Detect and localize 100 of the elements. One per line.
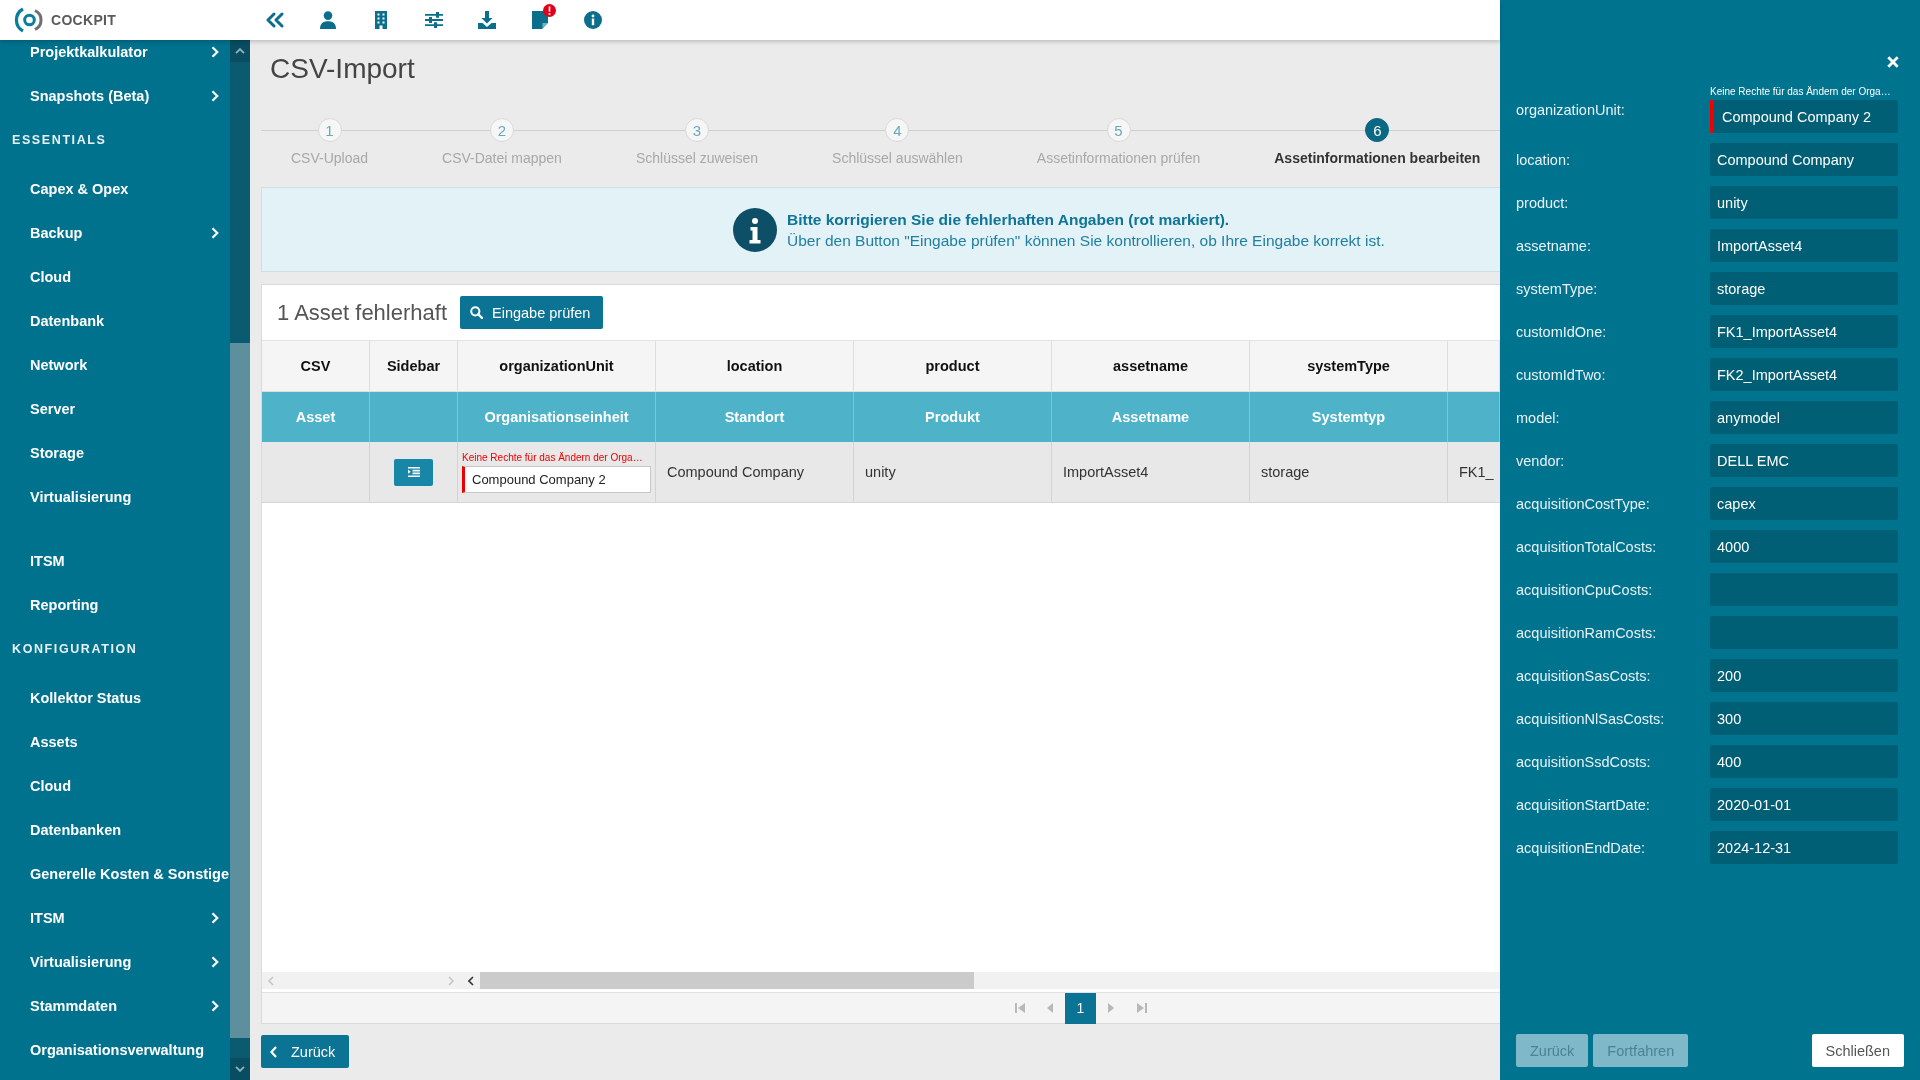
step-number: 2 [489,118,514,142]
page-title: CSV-Import [270,52,416,86]
column-header: product [854,341,1052,391]
field-label: acquisitionSasCosts: [1516,667,1652,684]
building-icon[interactable] [374,11,388,29]
horizontal-scrollbar[interactable] [262,972,1500,989]
text-field[interactable]: FK2_ImportAsset4 [1710,358,1898,391]
text-field[interactable]: Compound Company 2 [1710,100,1898,133]
text-field[interactable]: capex [1710,487,1898,520]
field-label: customIdTwo: [1516,366,1607,383]
text-field[interactable]: Compound Company [1710,143,1898,176]
sidebar-button[interactable] [394,458,433,486]
section-heading: KONFIGURATION [11,641,139,658]
sidebar-item[interactable]: Network [0,355,230,375]
step-label: Assetinformationen prüfen [1036,149,1201,167]
text-field[interactable]: 4000 [1710,530,1898,563]
note-icon[interactable] [532,11,548,29]
text-field[interactable]: Compound Company 2 [462,465,651,493]
sidebar-item[interactable]: Snapshots (Beta) [0,86,230,106]
text-field[interactable]: 400 [1710,745,1898,778]
text-field[interactable]: anymodel [1710,401,1898,434]
field-label: location: [1516,151,1571,168]
sidebar-item[interactable]: Datenbank [0,311,230,331]
sidebar-item[interactable]: Server [0,399,230,419]
table-cell: ImportAsset4 [1052,442,1250,502]
step-label: Schlüssel auswählen [832,149,963,167]
close-button[interactable]: Schließen [1811,1034,1904,1067]
table-cell: unity [854,442,1052,502]
back-button[interactable]: Zurück [261,1035,350,1068]
close-icon[interactable] [1887,56,1899,68]
double-chevron-left-icon[interactable] [265,12,285,28]
sidebar-item[interactable]: Reporting [0,595,230,615]
error-message: Keine Rechte für das Ändern der Orga… [1710,86,1892,98]
chevron-down-icon[interactable] [235,1066,245,1072]
sidebar-item[interactable]: Assets [0,732,230,752]
sidebar-item[interactable]: Generelle Kosten & Sonstige [0,864,230,884]
text-field[interactable]: storage [1710,272,1898,305]
table-cell-text: FK1_ [1458,463,1495,482]
column-header: location [656,341,854,391]
field-label: assetname: [1516,237,1592,254]
user-icon[interactable] [320,11,336,29]
column-header: assetname [1052,341,1250,391]
text-field[interactable]: unity [1710,186,1898,219]
step-number: 1 [317,118,342,142]
sliders-icon[interactable] [425,12,443,28]
sidebar-item[interactable]: ITSM [0,551,230,571]
sidebar-item[interactable]: Virtualisierung [0,487,230,507]
text-field[interactable] [1710,573,1898,606]
sidebar-item[interactable]: Capex & Opex [0,179,230,199]
download-icon[interactable] [478,11,496,29]
sidebar-item[interactable]: Kollektor Status [0,688,230,708]
field-label: vendor: [1516,452,1566,469]
field-label: acquisitionStartDate: [1516,796,1651,813]
chevron-left-icon[interactable] [468,975,474,986]
page-button[interactable]: 1 [1065,992,1096,1024]
results-title: 1 Asset fehlerhaft [277,299,447,326]
info-icon [733,207,777,252]
text-field[interactable]: ImportAsset4 [1710,229,1898,262]
sidebar-item[interactable]: Stammdaten [0,996,230,1016]
sidebar-item[interactable]: Storage [0,443,230,463]
field-label: product: [1516,194,1570,211]
section-heading: ESSENTIALS [11,132,108,149]
column-header: CSV [262,341,370,391]
field-label: acquisitionSsdCosts: [1516,753,1652,770]
text-field[interactable]: 2020-01-01 [1710,788,1898,821]
text-field[interactable]: 2024-12-31 [1710,831,1898,864]
sidebar-item[interactable]: Backup [0,223,230,243]
field-label: acquisitionCostType: [1516,495,1651,512]
text-field[interactable]: FK1_ImportAsset4 [1710,315,1898,348]
sidebar-item[interactable]: Organisationsverwaltung [0,1040,230,1060]
chevron-up-icon[interactable] [235,48,245,54]
field-label: acquisitionCpuCosts: [1516,581,1654,598]
sidebar-item[interactable]: Datenbanken [0,820,230,840]
step-number: 5 [1106,118,1131,142]
sidebar-item[interactable]: Cloud [0,267,230,287]
sidebar-item[interactable]: Virtualisierung [0,952,230,972]
scrollbar-thumb[interactable] [480,972,974,989]
sidebar-item[interactable]: Projektkalkulator [0,42,230,62]
table-cell: storage [1250,442,1448,502]
step-number: 3 [684,118,709,142]
error-message: Keine Rechte für das Ändern der Orga… [462,451,644,464]
field-label: acquisitionRamCosts: [1516,624,1658,641]
text-field[interactable]: 300 [1710,702,1898,735]
logo-icon [14,6,45,34]
text-field[interactable] [1710,616,1898,649]
info-icon[interactable] [584,11,602,29]
vertical-scrollbar[interactable] [230,40,250,1080]
column-header: Sidebar [370,341,458,391]
step-number: 4 [885,118,910,142]
text-field[interactable]: 200 [1710,659,1898,692]
sidebar-item[interactable]: Cloud [0,776,230,796]
scrollbar-thumb[interactable] [230,343,250,1038]
sidebar-item[interactable]: ITSM [0,908,230,928]
field-label: organizationUnit: [1516,101,1626,118]
column-header: systemType [1250,341,1448,391]
text-field[interactable]: DELL EMC [1710,444,1898,477]
check-button[interactable]: Eingabe prüfen [460,296,604,329]
banner-message: Über den Button "Eingabe prüfen" können Sie kontrollieren, ob Ihre Eingabe korrekt ist. [787,230,1385,251]
step-label: Schlüssel zuweisen [635,149,759,167]
field-label: customIdOne: [1516,323,1608,340]
